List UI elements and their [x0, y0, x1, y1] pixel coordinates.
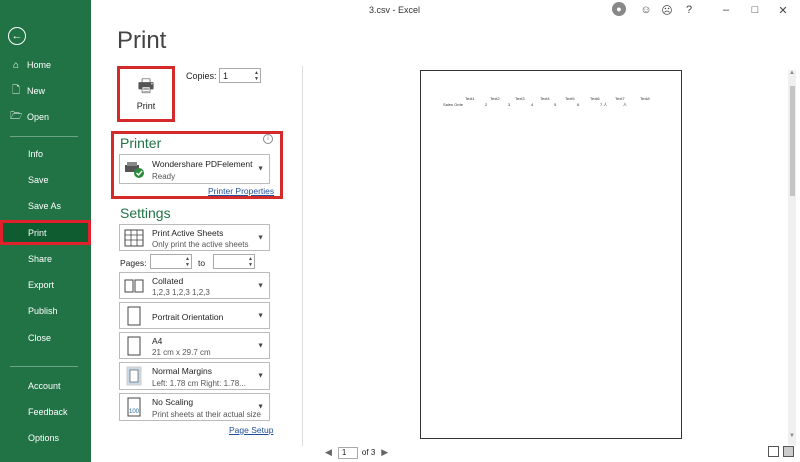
pages-label: Pages:: [120, 258, 147, 268]
page-navigator: ◀ 1 of 3 ▶: [325, 446, 388, 459]
frown-icon[interactable]: ☹: [659, 2, 675, 18]
home-icon: ⌂: [12, 59, 20, 71]
sidebar-separator: [10, 136, 78, 137]
preview-data-cell: 3: [508, 102, 511, 107]
sidebar-item-save-as[interactable]: Save As: [0, 195, 91, 217]
margins-icon: [126, 366, 142, 386]
chevron-down-icon: ▼: [257, 234, 264, 241]
preview-row-label: Sales Orde: [443, 102, 464, 107]
help-icon[interactable]: ?: [681, 2, 697, 18]
page-title: Print: [117, 27, 167, 54]
margins-select[interactable]: Normal Margins Left: 1.78 cm Right: 1.78…: [119, 362, 270, 390]
pages-to-input[interactable]: ▲ ▼: [213, 254, 255, 269]
scroll-thumb[interactable]: [790, 86, 795, 196]
sidebar-item-options[interactable]: Options: [0, 427, 91, 449]
sidebar-item-publish[interactable]: Publish: [0, 300, 91, 322]
zoom-to-page-icon[interactable]: [783, 446, 794, 457]
back-arrow-icon[interactable]: ←: [8, 27, 26, 45]
sidebar-item-home[interactable]: ⌂ Home: [0, 54, 91, 76]
new-document-icon: 🗋: [11, 84, 21, 96]
pages-to-label: to: [198, 258, 206, 268]
preview-data-cell: 2: [485, 102, 488, 107]
collation-select[interactable]: Collated 1,2,3 1,2,3 1,2,3 ▼: [119, 272, 270, 299]
paper-size-icon: [127, 336, 141, 355]
preview-data-cell: 5: [554, 102, 557, 107]
scroll-down-icon[interactable]: ▼: [789, 433, 795, 439]
open-folder-icon: 🗁: [10, 110, 23, 122]
copies-stepper[interactable]: 1 ▲ ▼: [219, 68, 261, 83]
spin-down-icon[interactable]: ▼: [254, 76, 259, 82]
sidebar-item-new[interactable]: 🗋 New: [0, 80, 91, 102]
preview-header-cell: Text7: [615, 96, 625, 101]
page-count: of 3: [361, 448, 376, 457]
sheet-grid-icon: [124, 229, 144, 246]
sidebar-item-close[interactable]: Close: [0, 327, 91, 349]
preview-data-cell: 6: [577, 102, 580, 107]
preview-header-cell: Text6: [590, 96, 600, 101]
minimize-icon[interactable]: –: [718, 2, 734, 18]
restore-icon[interactable]: □: [747, 2, 763, 18]
sidebar-item-export[interactable]: Export: [0, 274, 91, 296]
sidebar-item-open[interactable]: 🗁 Open: [0, 106, 91, 128]
collated-icon: [124, 279, 144, 292]
chevron-down-icon: ▼: [257, 372, 264, 380]
printer-select[interactable]: Wondershare PDFelement Ready ▼: [119, 154, 270, 184]
sidebar-item-save[interactable]: Save: [0, 169, 91, 191]
preview-header-cell: Text3: [515, 96, 525, 101]
spin-down-icon[interactable]: ▼: [248, 262, 253, 268]
portrait-page-icon: [127, 306, 141, 325]
next-page-icon[interactable]: ▶: [381, 447, 388, 458]
preview-header-cell: Text1: [465, 96, 475, 101]
paper-size-select[interactable]: A4 21 cm x 29.7 cm ▼: [119, 332, 270, 359]
sidebar-item-info[interactable]: Info: [0, 143, 91, 165]
page-setup-link[interactable]: Page Setup: [229, 425, 273, 435]
chevron-down-icon: ▼: [257, 312, 264, 319]
sidebar-item-account[interactable]: Account: [0, 375, 91, 397]
scaling-select[interactable]: 100 No Scaling Print sheets at their act…: [119, 393, 270, 421]
smile-icon[interactable]: ☺: [638, 2, 654, 18]
print-preview-page: Text1 Text2 Text3 Text4 Text5 Text6 Text7 Text8…: [420, 70, 682, 439]
printer-icon: 🖶: [137, 76, 155, 96]
user-avatar-icon[interactable]: ●: [612, 2, 626, 16]
panel-divider: [302, 66, 303, 446]
show-margins-icon[interactable]: [768, 446, 779, 457]
sidebar-item-share[interactable]: Share: [0, 248, 91, 270]
chevron-down-icon: ▼: [257, 342, 264, 349]
preview-header-cell: Text8: [640, 96, 650, 101]
orientation-select[interactable]: Portrait Orientation ▼: [119, 302, 270, 329]
window-title: 3.csv - Excel: [369, 5, 421, 15]
sidebar-separator: [10, 366, 78, 367]
settings-heading: Settings: [120, 205, 171, 221]
preview-data-cell: 4: [531, 102, 534, 107]
chevron-down-icon: ▼: [257, 403, 264, 411]
title-bar: 3.csv - Excel ● ☺ ☹ ? – □ ✕: [91, 0, 800, 20]
chevron-down-icon: ▼: [257, 282, 264, 289]
preview-header-cell: Text4: [540, 96, 550, 101]
sidebar-item-print[interactable]: Print: [0, 220, 91, 245]
previous-page-icon[interactable]: ◀: [325, 447, 332, 458]
preview-header-cell: Text5: [565, 96, 575, 101]
printer-properties-link[interactable]: Printer Properties: [208, 186, 274, 196]
close-icon[interactable]: ✕: [775, 2, 791, 18]
copies-label: Copies:: [186, 71, 217, 81]
print-what-select[interactable]: Print Active Sheets Only print the activ…: [119, 224, 270, 251]
pdf-printer-icon: [125, 162, 144, 178]
scaling-icon: 100: [127, 397, 141, 417]
chevron-down-icon: ▼: [257, 165, 264, 173]
pages-from-input[interactable]: ▲ ▼: [150, 254, 192, 269]
preview-data-cell: 人: [623, 102, 627, 107]
svg-text:100: 100: [129, 409, 140, 415]
preview-data-cell: 7 人: [600, 102, 608, 107]
scroll-up-icon[interactable]: ▲: [789, 70, 795, 76]
preview-header-cell: Text2: [490, 96, 500, 101]
current-page-input[interactable]: 1: [337, 446, 358, 459]
print-button[interactable]: 🖶 Print: [117, 66, 175, 122]
spin-down-icon[interactable]: ▼: [185, 262, 190, 268]
backstage-sidebar: ← ⌂ Home 🗋 New 🗁 Open Info Save Save As …: [0, 0, 91, 462]
sidebar-item-feedback[interactable]: Feedback: [0, 401, 91, 423]
